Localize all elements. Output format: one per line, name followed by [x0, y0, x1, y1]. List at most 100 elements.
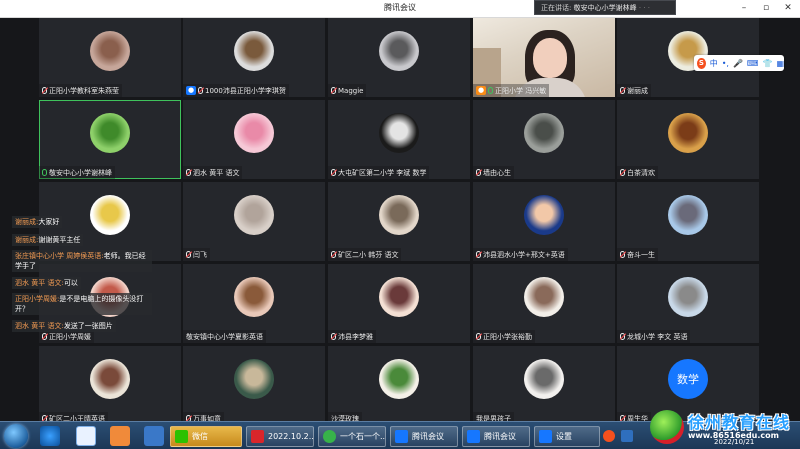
participant-name: 矿区二小 韩芬 语文 [338, 250, 399, 259]
chat-message: 谢丽成:大家好 [12, 216, 63, 228]
mic-muted-icon [476, 251, 481, 258]
participant-tile[interactable]: 奋斗一生 [617, 182, 759, 261]
chat-message: 泗水 黄平 语文:可以 [12, 277, 81, 289]
tray-icon[interactable] [621, 430, 633, 442]
participant-name: 闫飞 [193, 250, 207, 259]
participant-tile[interactable]: 我是男孩子 [473, 346, 615, 425]
chat-text: 发送了一张图片 [63, 322, 113, 330]
avatar [90, 359, 130, 399]
participant-tile[interactable]: 沛县泗水小学+邢文+英语 [473, 182, 615, 261]
participant-name: 正阳小学张裕勤 [483, 332, 532, 341]
participant-name-bar: 矿区二小 韩芬 语文 [328, 248, 402, 261]
maximize-button[interactable]: ▫ [760, 2, 772, 14]
chat-text: 可以 [63, 279, 78, 287]
participant-name-bar: 正阳小学教科室朱燕莹 [39, 84, 122, 97]
taskbar-meeting-2[interactable]: 腾讯会议 [462, 426, 530, 447]
participant-name-bar: Maggie [328, 84, 367, 97]
start-button[interactable] [4, 424, 28, 448]
minimize-button[interactable]: – [738, 2, 750, 14]
ime-toolbox-icon[interactable]: ▦ [776, 59, 784, 68]
taskbar-wps[interactable]: 2022.10.2... [246, 426, 314, 447]
ie-icon[interactable] [40, 426, 60, 446]
avatar [234, 359, 274, 399]
ime-keyboard-icon[interactable]: ⌨ [747, 59, 759, 68]
participant-name: 正阳小学 冯兴敏 [495, 86, 547, 95]
avatar [90, 195, 130, 235]
participant-tile[interactable]: 白茶清欢 [617, 100, 759, 179]
participant-tile[interactable]: 敬安镇中心小学夏影英语 [183, 264, 325, 343]
participant-grid: 正阳小学教科室朱燕莹 ● 1000沛县正阳小学李琪贺 Maggie ● 正阳小学 冯兴敏谢… [0, 18, 800, 425]
avatar [524, 113, 564, 153]
participant-name-bar: 龙城小学 李文 英语 [617, 330, 691, 343]
participant-name-bar: 敬安中心小学谢林峰 [39, 166, 115, 179]
watermark: 徐州教育在线 www.86516edu.com [648, 406, 800, 449]
ime-voice-icon[interactable]: 🎤 [733, 59, 743, 68]
participant-tile[interactable]: 正阳小学张裕勤 [473, 264, 615, 343]
participant-tile[interactable]: 万事如意 [183, 346, 325, 425]
mic-muted-icon [186, 169, 191, 176]
chat-message: 张庄镇中心小学 周婷侯英语:老师。我已经学手了 [12, 250, 152, 272]
avatar [379, 359, 419, 399]
participant-tile[interactable]: ● 正阳小学 冯兴敏 [473, 18, 615, 97]
mic-on-icon [42, 169, 47, 176]
participant-tile[interactable]: 泗水 黄平 语文 [183, 100, 325, 179]
participant-name-bar: 沛县泗水小学+邢文+英语 [473, 248, 568, 261]
participant-tile[interactable]: 正阳小学教科室朱燕莹 [39, 18, 181, 97]
sogou-ime-bar[interactable]: S 中 •, 🎤 ⌨ 👕 ▦ [694, 55, 784, 71]
window-title: 腾讯会议 [384, 3, 416, 12]
taskbar-settings[interactable]: 设置 [534, 426, 600, 447]
avatar [379, 113, 419, 153]
participant-tile[interactable]: Maggie [328, 18, 470, 97]
host-badge-icon: ● [476, 86, 486, 95]
participant-name-bar: 敬安镇中心小学夏影英语 [183, 330, 266, 343]
taskbar-label: 腾讯会议 [484, 432, 516, 441]
taskbar-meeting-1[interactable]: 腾讯会议 [390, 426, 458, 447]
app-icon[interactable] [76, 426, 96, 446]
watermark-logo-icon [650, 410, 684, 444]
participant-tile[interactable]: 沛县李梦雅 [328, 264, 470, 343]
participant-name-bar: 闫飞 [183, 248, 210, 261]
participant-tile[interactable]: 敬安中心小学谢林峰 [39, 100, 181, 179]
taskbar-label: 2022.10.2... [268, 432, 314, 441]
participant-name: 奋斗一生 [627, 250, 655, 259]
media-icon[interactable] [110, 426, 130, 446]
chat-sender: 泗水 黄平 语文: [15, 279, 64, 287]
taskbar-wechat[interactable]: 微信 [170, 426, 242, 447]
participant-name-bar: 奋斗一生 [617, 248, 658, 261]
participant-name-bar: ● 1000沛县正阳小学李琪贺 [183, 84, 289, 97]
participant-tile[interactable]: 沙漠玫瑰 [328, 346, 470, 425]
participant-name-bar: 泗水 黄平 语文 [183, 166, 243, 179]
participant-name: 1000沛县正阳小学李琪贺 [205, 86, 286, 95]
avatar [379, 31, 419, 71]
mic-muted-icon [476, 169, 481, 176]
speaking-label: 正在讲话: [541, 4, 572, 12]
participant-name: 龙城小学 李文 英语 [627, 332, 688, 341]
sogou-tray-icon[interactable] [603, 430, 615, 442]
mic-on-icon [488, 87, 493, 94]
avatar-text: 数学 [668, 359, 708, 399]
host-badge-icon: ● [186, 86, 196, 95]
ime-skin-icon[interactable]: 👕 [762, 59, 772, 68]
taskbar-browser[interactable]: 一个石一个... [318, 426, 386, 447]
avatar [524, 277, 564, 317]
participant-tile[interactable]: 闫飞 [183, 182, 325, 261]
mic-muted-icon [620, 333, 625, 340]
chat-sender: 张庄镇中心小学 周婷侯英语: [15, 252, 104, 260]
participant-tile[interactable]: ● 1000沛县正阳小学李琪贺 [183, 18, 325, 97]
participant-tile[interactable]: 大屯矿区第二小学 李斌 数学 [328, 100, 470, 179]
avatar [668, 195, 708, 235]
avatar [234, 31, 274, 71]
chat-sender: 泗水 黄平 语文: [15, 322, 64, 330]
window-controls: – ▫ ✕ [738, 2, 794, 14]
close-button[interactable]: ✕ [782, 2, 794, 14]
participant-name: 白茶清欢 [627, 168, 655, 177]
folder-icon[interactable] [144, 426, 164, 446]
ime-punct-icon[interactable]: •, [722, 59, 729, 68]
participant-tile[interactable]: 龙城小学 李文 英语 [617, 264, 759, 343]
participant-tile[interactable]: 墙由心生 [473, 100, 615, 179]
participant-name: Maggie [338, 86, 364, 95]
ime-mode[interactable]: 中 [710, 58, 718, 69]
participant-tile[interactable]: 矿区二小 韩芬 语文 [328, 182, 470, 261]
mic-muted-icon [42, 333, 47, 340]
participant-tile[interactable]: 矿区二小王晴英语 [39, 346, 181, 425]
